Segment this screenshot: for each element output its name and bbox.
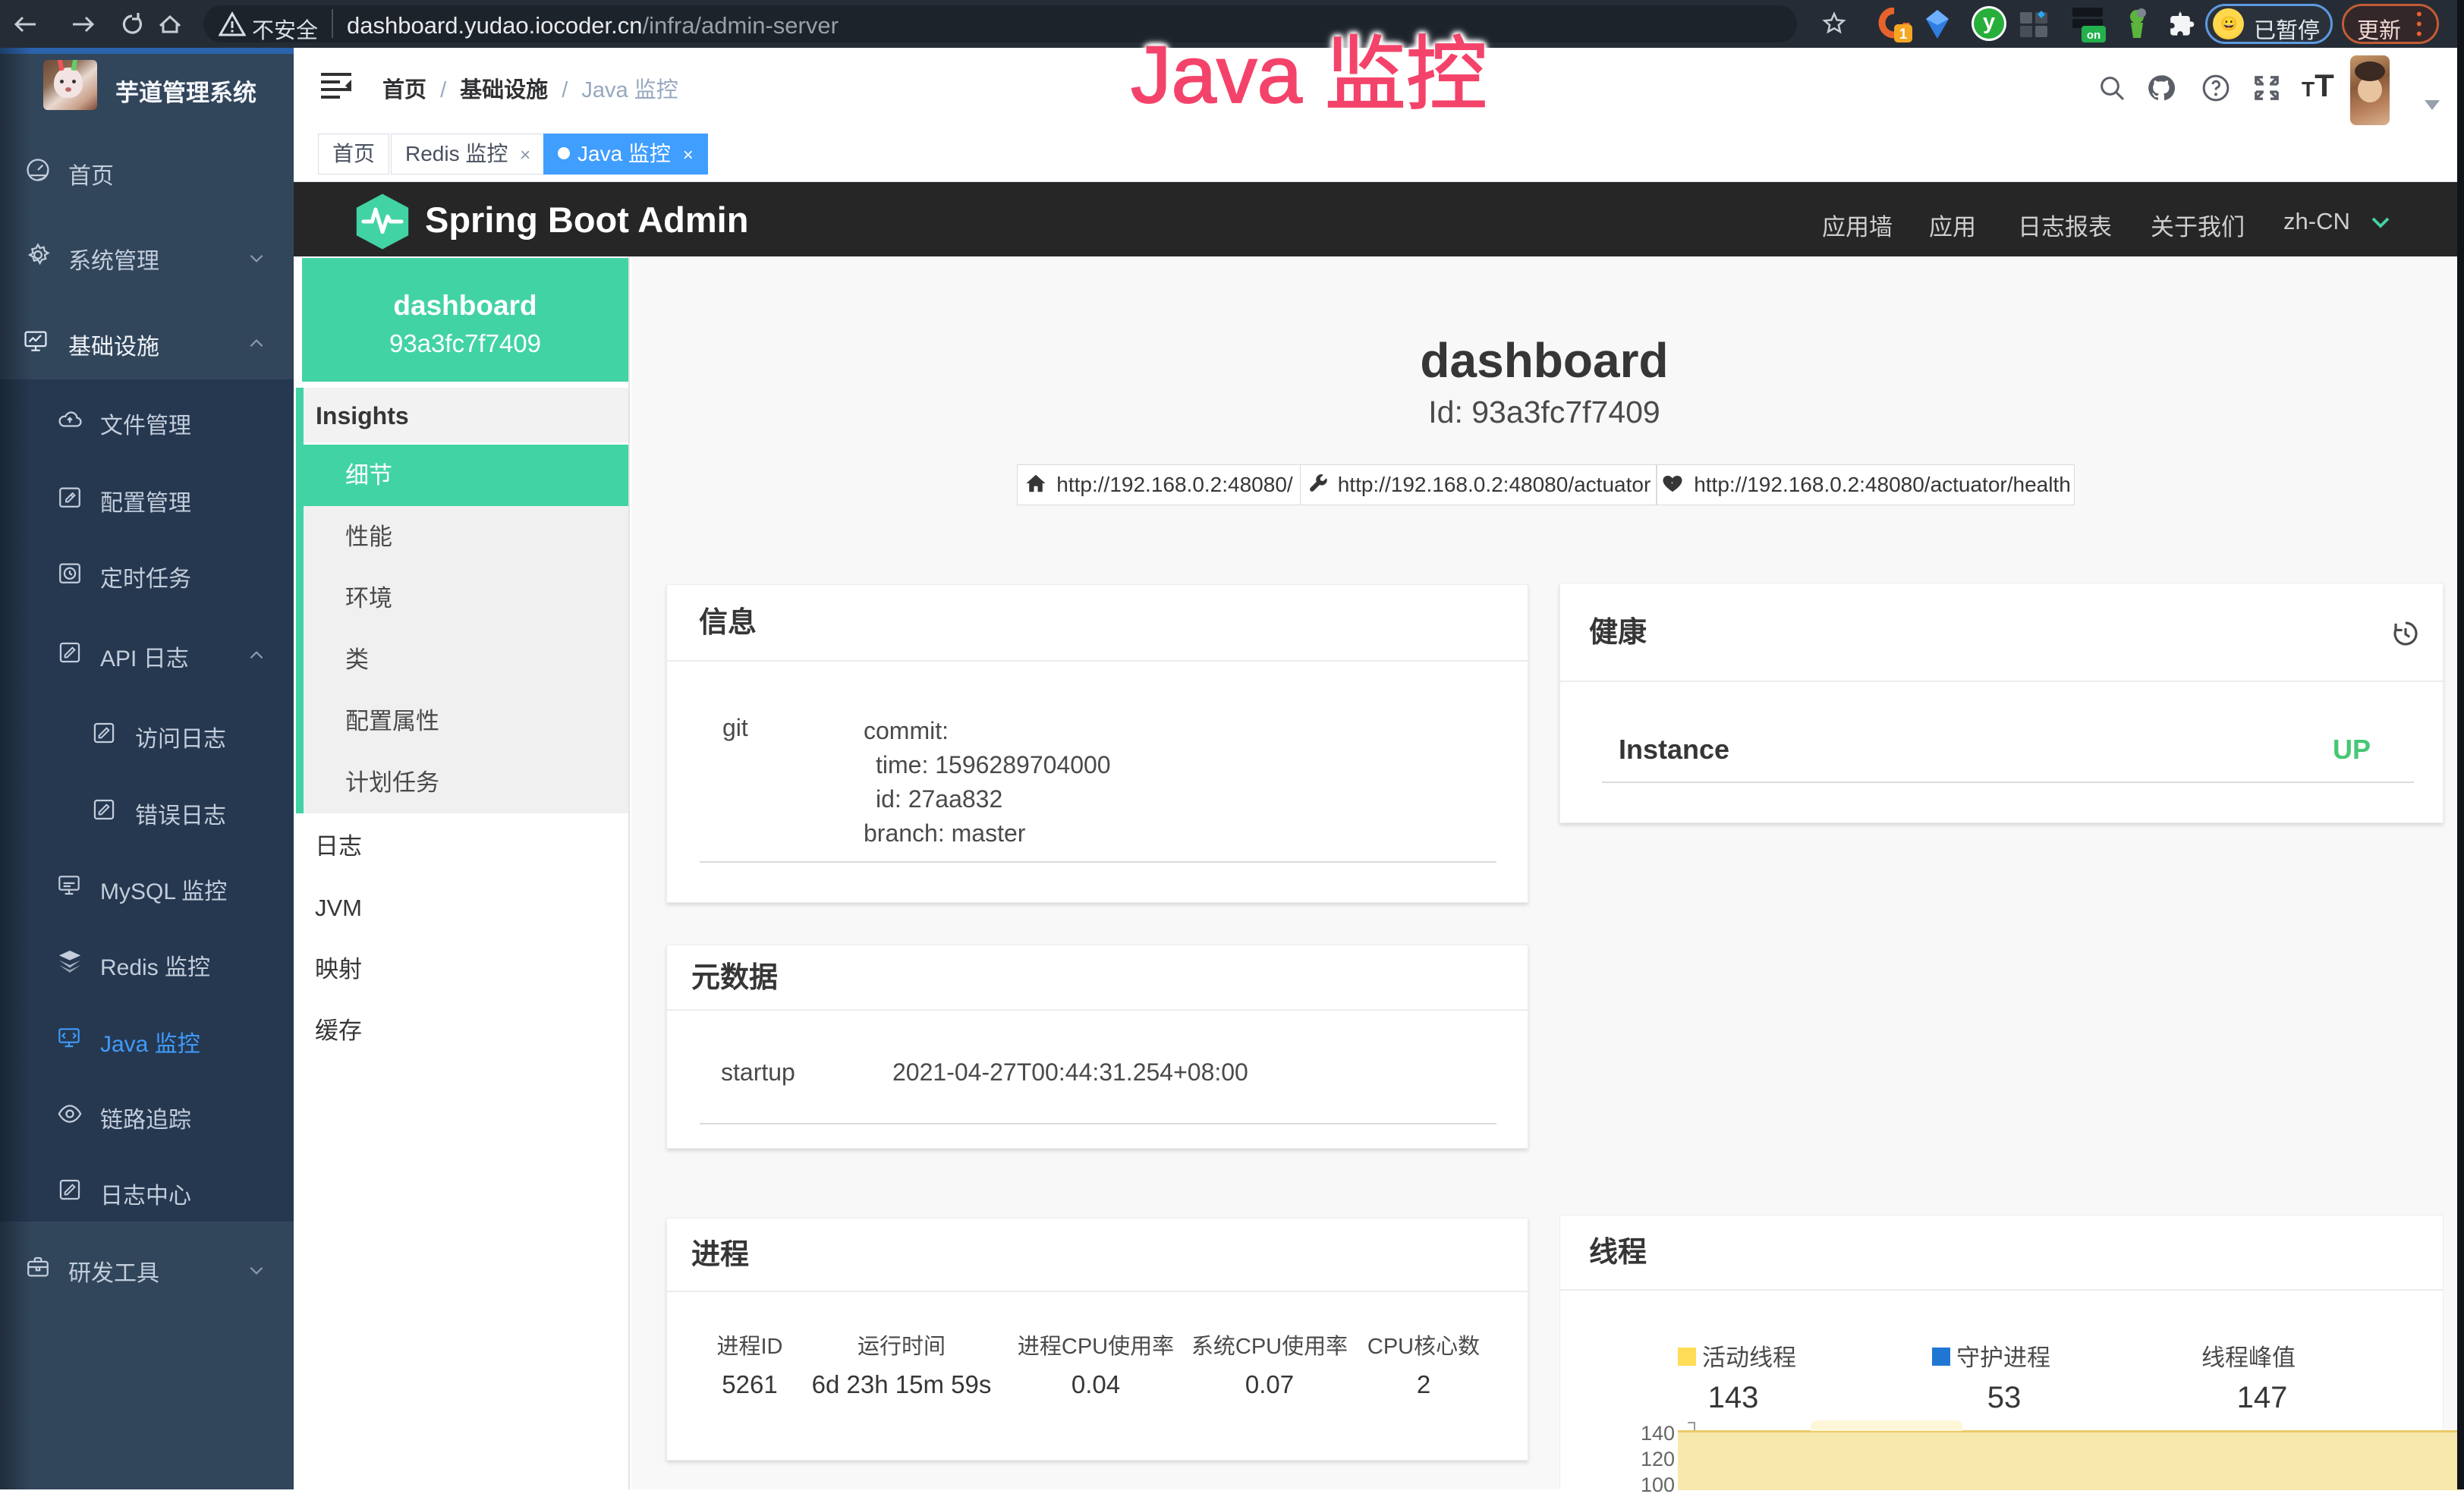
svg-text:1: 1	[1899, 27, 1908, 42]
svg-text:on: on	[2087, 29, 2101, 42]
